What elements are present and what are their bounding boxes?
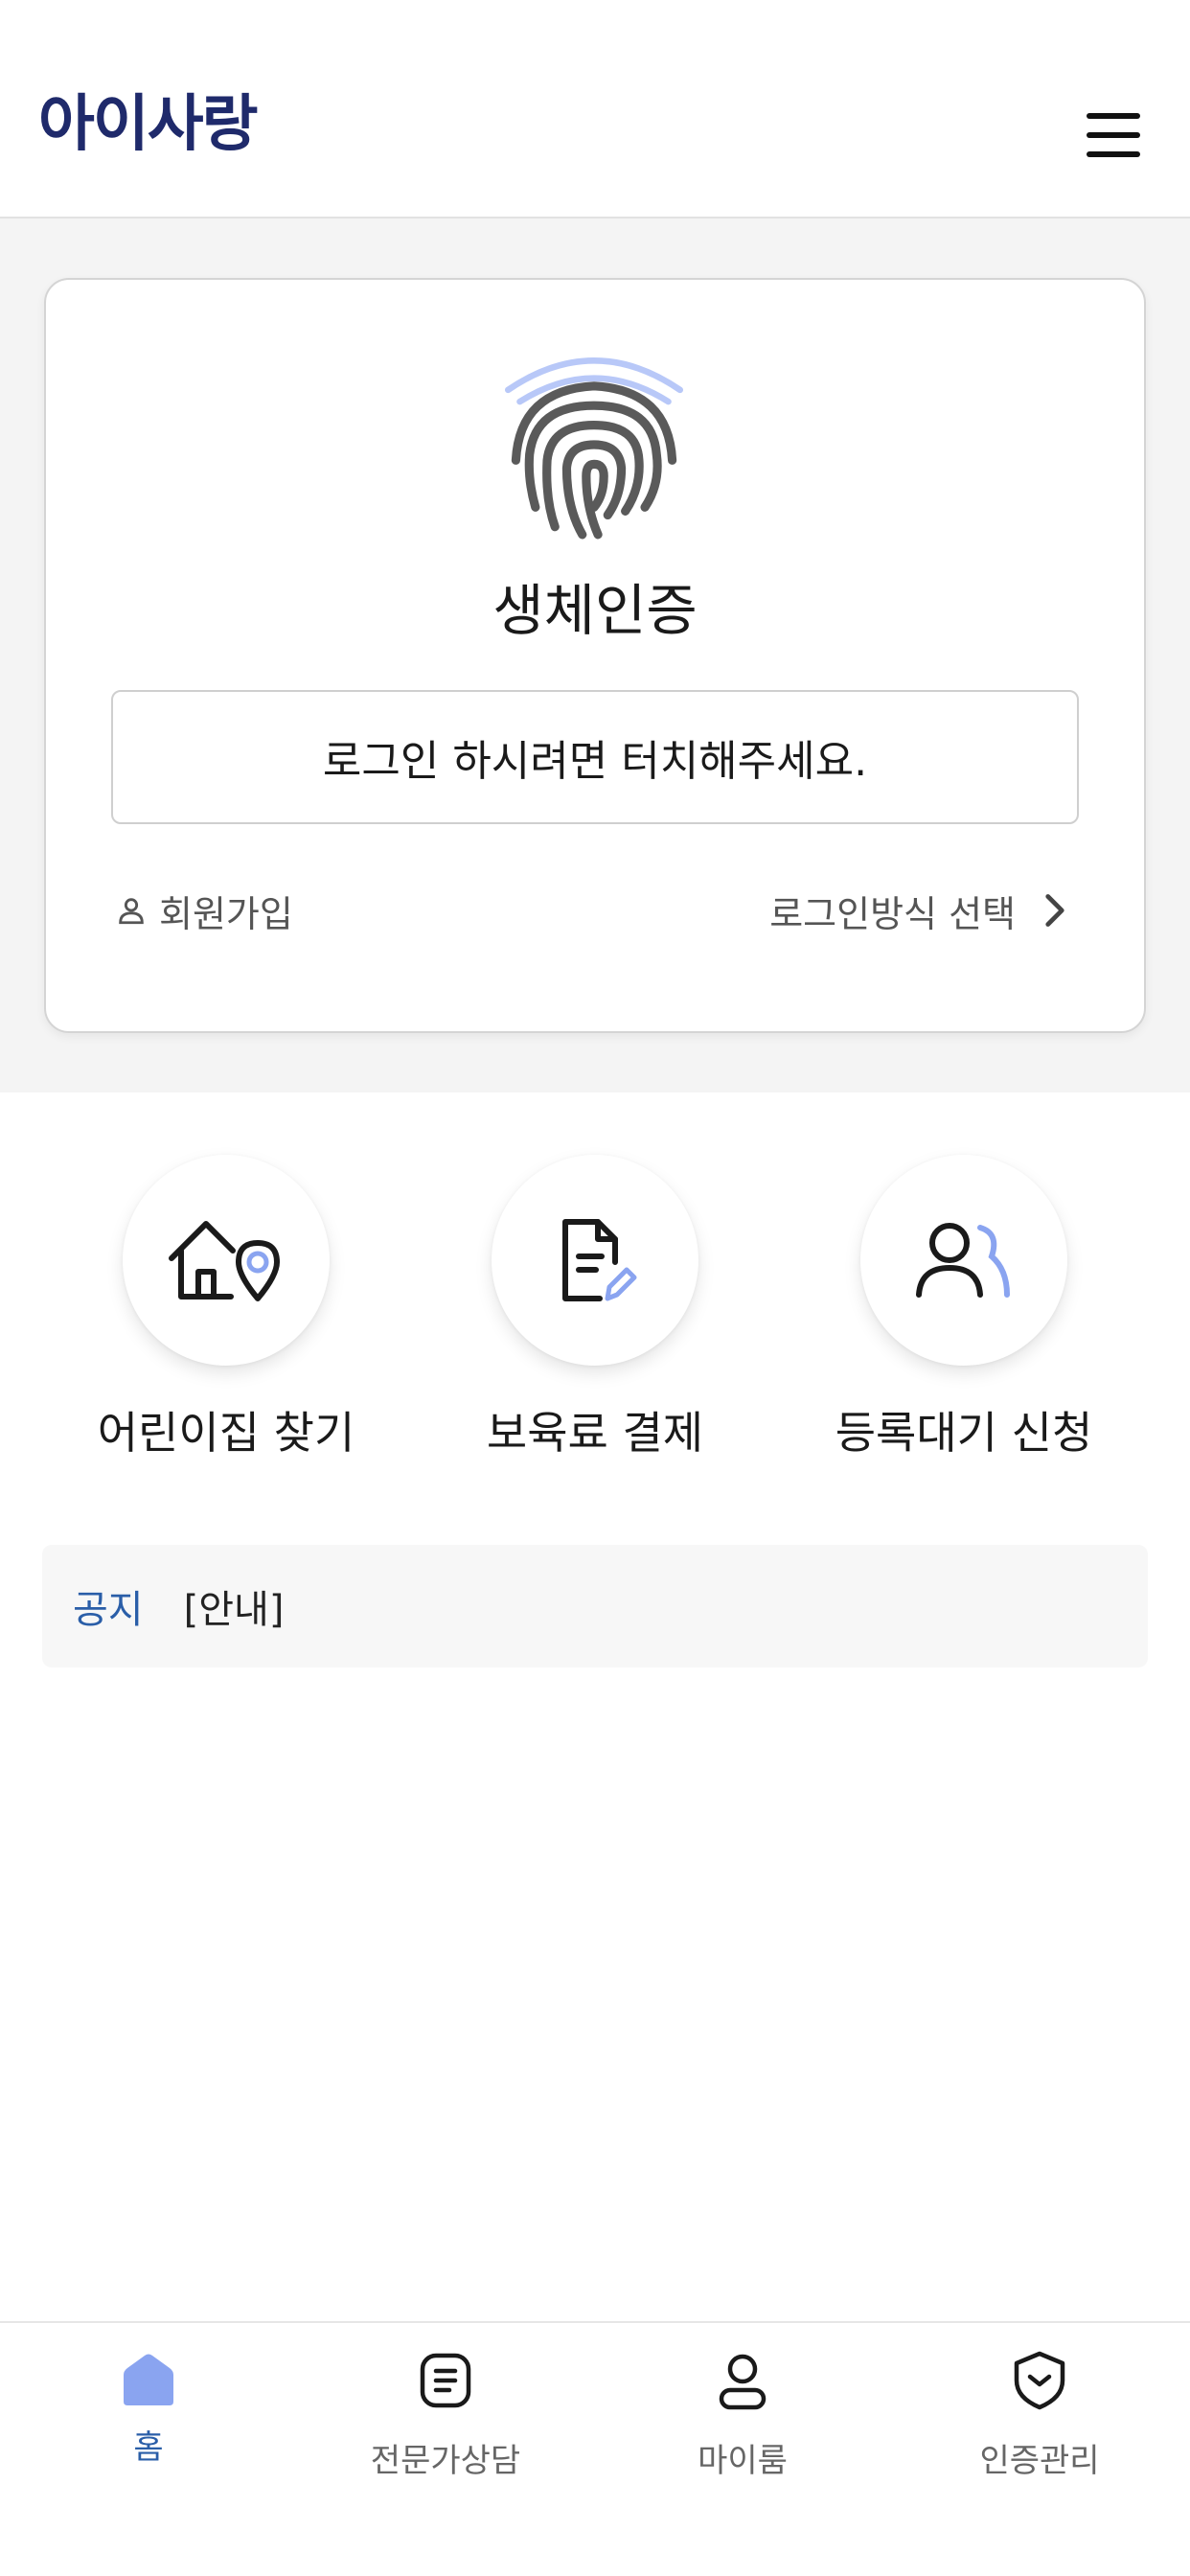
auth-title: 생체인증 — [492, 578, 698, 643]
nav-expert-consult[interactable]: 전문가상담 — [297, 2323, 594, 2515]
signup-label: 회원가입 — [159, 892, 293, 935]
bottom-navigation: 홈 전문가상담 마이룸 인증관리 — [0, 2321, 1190, 2576]
nav-my-room[interactable]: 마이룸 — [594, 2323, 891, 2515]
notice-bar[interactable]: 공지 [안내] — [42, 1545, 1148, 1668]
document-edit-icon — [562, 1219, 637, 1301]
notice-text: [안내] — [183, 1588, 285, 1632]
chevron-right-icon — [1045, 894, 1064, 927]
shield-check-icon — [1014, 2351, 1065, 2410]
consult-document-icon — [420, 2353, 471, 2408]
quick-menu-fee-payment[interactable]: 보육료 결제 — [423, 1155, 767, 1471]
nav-auth-management[interactable]: 인증관리 — [891, 2323, 1188, 2515]
signup-link[interactable]: 회원가입 — [115, 884, 293, 937]
quick-menu-circle — [860, 1155, 1067, 1366]
nav-label: 전문가상담 — [370, 2442, 521, 2480]
quick-menu-find-daycare[interactable]: 어린이집 찾기 — [54, 1155, 399, 1471]
quick-menu-label: 보육료 결제 — [486, 1407, 704, 1459]
app-logo[interactable]: 아이사랑 — [38, 75, 259, 163]
quick-menu-circle — [492, 1155, 698, 1366]
person-icon — [719, 2354, 767, 2410]
hamburger-menu-icon[interactable] — [1083, 113, 1144, 159]
quick-menu-label: 등록대기 신청 — [835, 1407, 1093, 1459]
quick-menu-circle — [123, 1155, 330, 1366]
biometric-auth-card: 생체인증 로그인 하시려면 터치해주세요. 회원가입 로그인방식 선택 — [44, 278, 1146, 1033]
quick-menu-waitlist-apply[interactable]: 등록대기 신청 — [791, 1155, 1136, 1471]
nav-label: 인증관리 — [979, 2442, 1100, 2480]
login-method-label: 로그인방식 선택 — [769, 892, 1016, 935]
auth-section: 생체인증 로그인 하시려면 터치해주세요. 회원가입 로그인방식 선택 — [0, 218, 1190, 1092]
nav-label: 홈 — [133, 2428, 164, 2467]
house-location-icon — [169, 1221, 280, 1301]
nav-label: 마이룸 — [698, 2442, 788, 2480]
fingerprint-icon[interactable] — [496, 347, 692, 542]
touch-login-button[interactable]: 로그인 하시려면 터치해주세요. — [111, 690, 1079, 824]
person-icon — [119, 898, 144, 925]
user-wait-icon — [916, 1223, 1010, 1298]
quick-menu-label: 어린이집 찾기 — [97, 1407, 355, 1459]
login-method-select[interactable]: 로그인방식 선택 — [769, 884, 1067, 937]
home-icon — [124, 2354, 173, 2405]
nav-home[interactable]: 홈 — [0, 2323, 297, 2515]
notice-tag: 공지 — [73, 1588, 144, 1632]
app-header: 아이사랑 — [0, 0, 1190, 218]
